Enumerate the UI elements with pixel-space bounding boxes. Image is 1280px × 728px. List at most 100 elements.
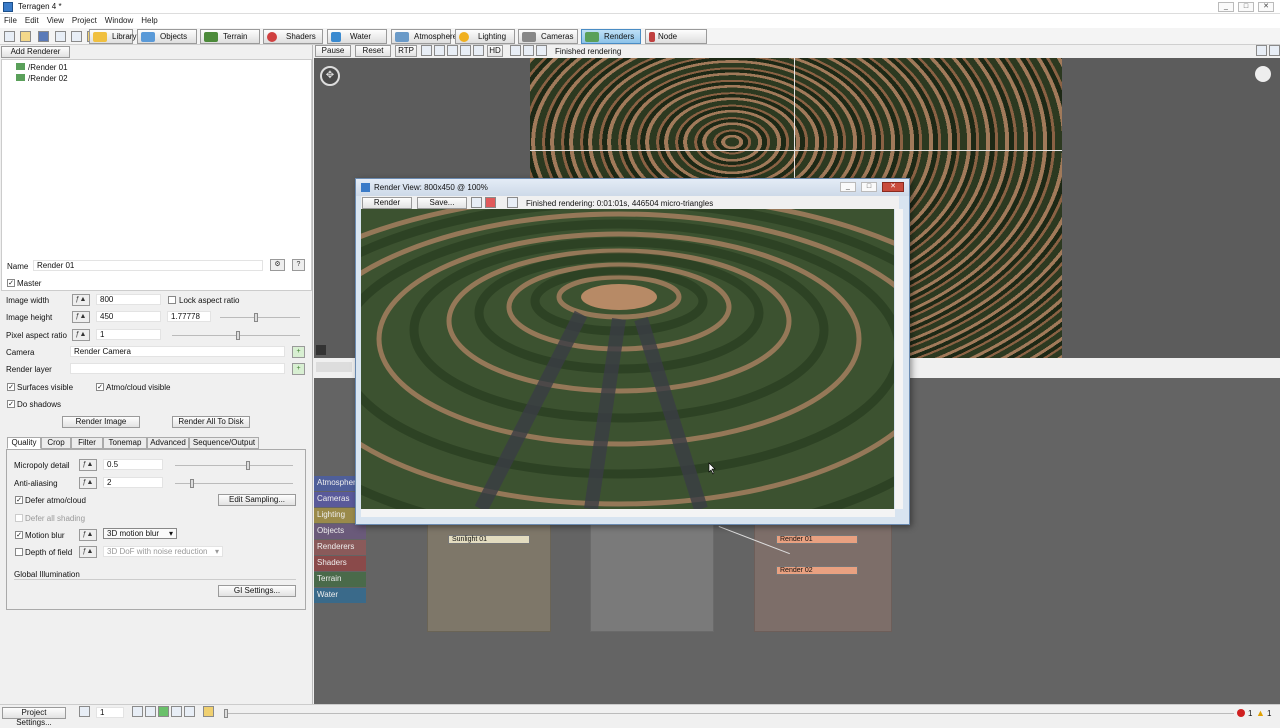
play-icon[interactable] [158,706,169,717]
keyframe-icon[interactable] [203,706,214,717]
maximize-pane-icon[interactable] [1269,45,1280,56]
menu-help[interactable]: Help [137,14,161,27]
copy-icon[interactable] [71,31,82,42]
slider-knob[interactable] [190,479,194,488]
menu-file[interactable]: File [0,14,21,27]
sidebar-item-shaders[interactable]: Shaders [314,556,366,571]
list-item[interactable]: /Render 01 [16,63,68,72]
pixel-aspect-slider[interactable] [172,331,300,340]
warning-icon[interactable]: ▲ [1256,708,1265,718]
tab-objects[interactable]: Objects [137,29,197,44]
timeline-slider[interactable] [224,709,1234,718]
expression-icon[interactable]: ƒ▲ [79,546,97,558]
list-item[interactable]: /Render 02 [16,74,68,83]
sidebar-item-water[interactable]: Water [314,588,366,603]
slider-knob[interactable] [246,461,250,470]
sun-icon[interactable] [1255,66,1271,82]
maximize-icon[interactable]: □ [1238,2,1254,12]
save-button[interactable]: Save... [417,197,467,209]
maximize-icon[interactable]: □ [861,182,877,192]
next-frame-icon[interactable] [171,706,182,717]
micropoly-field[interactable]: 0.5 [103,459,163,470]
last-frame-icon[interactable] [184,706,195,717]
menu-view[interactable]: View [43,14,68,27]
add-layer-icon[interactable]: + [292,363,305,375]
sidebar-item-objects[interactable]: Objects [314,524,366,539]
camera-orbit-icon[interactable]: ✥ [320,66,340,86]
expression-icon[interactable]: ƒ▲ [79,477,97,489]
edit-sampling-button[interactable]: Edit Sampling... [218,494,296,506]
new-file-icon[interactable] [4,31,15,42]
horizontal-scrollbar[interactable] [361,509,895,517]
tab-sequence-output[interactable]: Sequence/Output [189,437,259,449]
timeline-knob[interactable] [224,709,228,718]
expression-icon[interactable]: ƒ▲ [79,459,97,471]
surfaces-visible-checkbox[interactable]: ✓ [7,383,15,391]
menu-edit[interactable]: Edit [21,14,43,27]
grid-icon[interactable] [460,45,471,56]
render-all-button[interactable]: Render All To Disk [172,416,250,428]
antialiasing-slider[interactable] [175,479,293,488]
lock-icon[interactable] [536,45,547,56]
pixel-aspect-field[interactable]: 1 [96,329,161,340]
render-layer-field[interactable] [70,363,285,374]
wrench-icon[interactable] [510,45,521,56]
motion-blur-checkbox[interactable]: ✓ [15,531,23,539]
name-field[interactable]: Render 01 [33,260,263,271]
menu-project[interactable]: Project [68,14,101,27]
gi-settings-button[interactable]: GI Settings... [218,585,296,597]
defer-all-checkbox[interactable] [15,514,23,522]
node-toolbar-icon[interactable] [316,362,352,372]
save-icon[interactable] [38,31,49,42]
document-icon[interactable] [507,197,518,208]
tab-advanced[interactable]: Advanced [147,437,189,449]
color-icon[interactable] [485,197,496,208]
rtp-button[interactable]: RTP [395,45,417,57]
motion-blur-select[interactable]: 3D motion blur ▾ [103,528,177,539]
restore-pane-icon[interactable] [1256,45,1267,56]
tab-shaders[interactable]: Shaders [263,29,323,44]
open-folder-icon[interactable] [20,31,31,42]
prev-frame-icon[interactable] [145,706,156,717]
close-icon[interactable]: ✕ [1258,2,1274,12]
vertical-scrollbar[interactable] [895,209,903,509]
add-renderer-button[interactable]: Add Renderer [1,46,70,58]
tab-quality[interactable]: Quality [7,437,41,449]
atmo-visible-checkbox[interactable]: ✓ [96,383,104,391]
settings-icon[interactable]: ⚙ [270,259,285,271]
slider-knob[interactable] [236,331,240,340]
expression-icon[interactable]: ƒ▲ [79,529,97,541]
sunlight-node[interactable]: Sunlight 01 [448,535,530,544]
slider-knob[interactable] [254,313,258,322]
minimize-icon[interactable]: _ [840,182,856,192]
tab-renders[interactable]: Renders [581,29,641,44]
globe-icon[interactable] [421,45,432,56]
tab-terrain[interactable]: Terrain [200,29,260,44]
sphere-icon[interactable] [434,45,445,56]
aspect-slider[interactable] [220,313,300,322]
render1-node[interactable]: Render 01 [776,535,858,544]
menu-window[interactable]: Window [101,14,137,27]
view-icon[interactable] [447,45,458,56]
render-image-button[interactable]: Render Image [62,416,140,428]
reset-button[interactable]: Reset [355,45,391,57]
render-view-titlebar[interactable]: Render View: 800x450 @ 100% _ □ ✕ [356,179,909,196]
tab-atmosphere[interactable]: Atmosphere [391,29,457,44]
project-settings-button[interactable]: Project Settings... [2,707,66,727]
tab-tonemap[interactable]: Tonemap [103,437,147,449]
do-shadows-checkbox[interactable]: ✓ [7,400,15,408]
tab-water[interactable]: Water [327,29,387,44]
error-icon[interactable] [1237,709,1245,717]
aspect-ratio-field[interactable]: 1.77778 [167,311,211,322]
save-as-icon[interactable] [55,31,66,42]
help-icon[interactable]: ? [292,259,305,271]
minimize-icon[interactable]: _ [1218,2,1234,12]
sidebar-item-terrain[interactable]: Terrain [314,572,366,587]
render2-node[interactable]: Render 02 [776,566,858,575]
master-checkbox[interactable]: ✓ [7,279,15,287]
tab-cameras[interactable]: Cameras [518,29,578,44]
dof-select[interactable]: 3D DoF with noise reduction ▾ [103,546,223,557]
micropoly-slider[interactable] [175,461,293,470]
antialiasing-field[interactable]: 2 [103,477,163,488]
close-icon[interactable]: ✕ [882,182,904,192]
